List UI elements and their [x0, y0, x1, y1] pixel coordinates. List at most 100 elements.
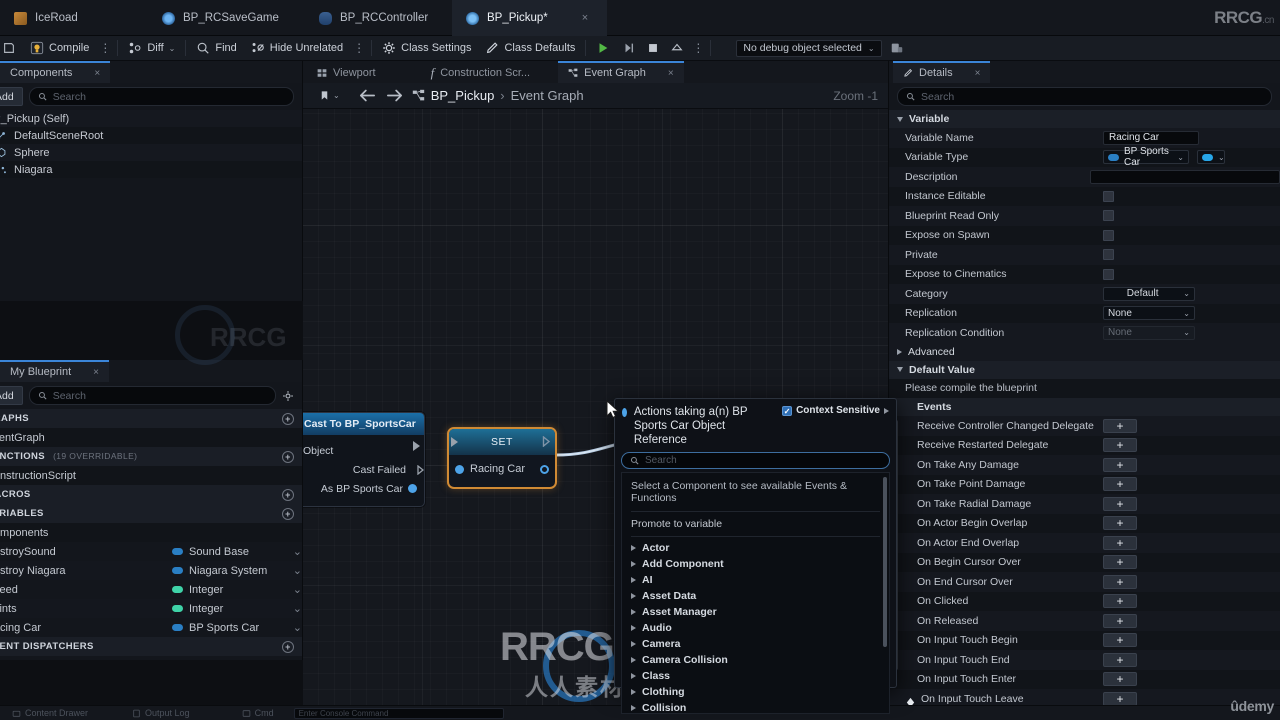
component-row-niagara[interactable]: Niagara	[0, 161, 302, 178]
add-event-button[interactable]: +	[1103, 613, 1137, 628]
variable-row-destroy-niagara[interactable]: Destroy Niagara Niagara System ⌄	[0, 561, 302, 580]
object-pin-icon[interactable]	[455, 464, 464, 474]
step-button[interactable]	[617, 36, 641, 61]
variable-name-field[interactable]: Racing Car	[1103, 130, 1199, 145]
section-header-default-value[interactable]: Default Value	[889, 360, 1280, 379]
console-command-input[interactable]: Enter Console Command	[293, 707, 504, 719]
category-dropdown[interactable]: Default ⌄	[1103, 286, 1195, 301]
bookmark-dropdown[interactable]: ⌄	[313, 86, 346, 106]
add-event-button[interactable]: +	[1103, 496, 1137, 511]
node-pin-object[interactable]: Object	[303, 445, 333, 457]
context-menu-category-class[interactable]: Class	[622, 668, 889, 684]
close-icon[interactable]: ×	[975, 68, 981, 79]
myblueprint-item-constructionscript[interactable]: ConstructionScript	[0, 466, 302, 485]
variable-type-dropdown[interactable]: BP Sports Car ⌄	[1103, 146, 1189, 168]
app-tab-iceroad[interactable]: IceRoad	[0, 0, 148, 36]
add-macro-button[interactable]: +	[282, 488, 294, 501]
myblueprint-item-eventgraph[interactable]: EventGraph	[0, 428, 302, 447]
breadcrumb-root[interactable]: BP_Pickup	[431, 88, 495, 103]
tab-components[interactable]: Components ×	[0, 61, 111, 83]
add-event-button[interactable]: +	[1103, 691, 1137, 706]
context-menu-category-actor[interactable]: Actor	[622, 540, 889, 556]
chevron-down-icon[interactable]: ⌄	[293, 564, 302, 577]
context-menu-category-camera[interactable]: Camera	[622, 636, 889, 652]
context-menu-list[interactable]: Select a Component to see available Even…	[621, 472, 890, 714]
play-options-button[interactable]: ⋮	[689, 41, 707, 55]
component-row-defaultsceneroot[interactable]: DefaultSceneRoot	[0, 127, 302, 144]
section-header-events[interactable]: Events	[889, 398, 1280, 416]
private-checkbox[interactable]	[1103, 249, 1114, 261]
context-sensitive-toggle[interactable]: ✓ Context Sensitive	[782, 405, 889, 416]
add-function-button[interactable]: +	[282, 450, 294, 463]
section-header-variable[interactable]: Variable	[889, 110, 1280, 128]
close-icon[interactable]: ×	[93, 367, 99, 378]
add-event-button[interactable]: +	[1103, 418, 1137, 433]
chevron-down-icon[interactable]: ⌄	[293, 621, 302, 634]
variable-row-destroysound[interactable]: DestroySound Sound Base ⌄	[0, 542, 302, 561]
details-search-input[interactable]: Search	[897, 87, 1272, 106]
close-icon[interactable]: ×	[668, 68, 674, 79]
blueprint-read-only-checkbox[interactable]	[1103, 210, 1114, 222]
section-header-graphs[interactable]: GRAPHS +	[0, 409, 302, 428]
context-menu-category-clothing[interactable]: Clothing	[622, 684, 889, 700]
component-row-sphere[interactable]: Sphere	[0, 144, 302, 161]
myblueprint-search-input[interactable]: Search	[28, 386, 276, 405]
app-tab-bp-pickup[interactable]: BP_Pickup* ×	[452, 0, 607, 36]
object-output-pin-icon[interactable]	[540, 464, 549, 474]
add-event-button[interactable]: +	[1103, 457, 1137, 472]
expose-to-cinematics-checkbox[interactable]	[1103, 268, 1114, 280]
context-menu-category-ai[interactable]: AI	[622, 572, 889, 588]
debug-object-dropdown[interactable]: No debug object selected ⌄	[736, 39, 882, 57]
component-row-self[interactable]: BP_Pickup (Self)	[0, 110, 302, 127]
class-defaults-button[interactable]: Class Defaults	[478, 36, 582, 61]
section-header-advanced[interactable]: Advanced	[889, 342, 1280, 361]
add-event-button[interactable]: +	[1103, 535, 1137, 550]
variable-row-racing-car[interactable]: Racing Car BP Sports Car ⌄	[0, 618, 302, 637]
forward-button[interactable]	[381, 86, 408, 106]
add-variable-button[interactable]: +	[282, 507, 294, 520]
context-menu-search-input[interactable]: Search	[621, 452, 890, 469]
tab-viewport[interactable]: Viewport	[303, 61, 386, 83]
add-event-button[interactable]: +	[1103, 477, 1137, 492]
hide-unrelated-button[interactable]: Hide Unrelated	[244, 36, 350, 61]
tab-details[interactable]: Details ×	[893, 61, 991, 83]
chevron-down-icon[interactable]: ⌄	[293, 583, 302, 596]
close-icon[interactable]: ×	[94, 68, 100, 79]
output-log-button[interactable]: Output Log	[124, 708, 198, 718]
hide-unrelated-options-button[interactable]: ⋮	[350, 41, 368, 55]
play-button[interactable]	[589, 36, 617, 61]
context-menu-scrollbar[interactable]	[883, 477, 887, 647]
context-menu-category-add-component[interactable]: Add Component	[622, 556, 889, 572]
components-search-input[interactable]: Search	[28, 87, 294, 106]
variable-container-type-dropdown[interactable]: ⌄	[1197, 150, 1225, 165]
cmd-button[interactable]: Cmd	[234, 708, 282, 718]
exec-in-pin[interactable]	[451, 437, 458, 447]
add-event-button[interactable]: +	[1103, 516, 1137, 531]
section-header-event-dispatchers[interactable]: EVENT DISPATCHERS +	[0, 637, 302, 656]
add-event-button[interactable]: +	[1103, 594, 1137, 609]
instance-editable-checkbox[interactable]	[1103, 190, 1114, 202]
exec-out-pin[interactable]	[542, 435, 551, 450]
chevron-down-icon[interactable]: ⌄	[293, 545, 302, 558]
add-event-button[interactable]: +	[1103, 555, 1137, 570]
gear-icon[interactable]	[282, 390, 294, 402]
add-event-button[interactable]: +	[1103, 438, 1137, 453]
compile-options-button[interactable]: ⋮	[96, 41, 114, 55]
tab-my-blueprint[interactable]: My Blueprint ×	[0, 360, 109, 382]
back-button[interactable]	[354, 86, 381, 106]
add-graph-button[interactable]: +	[282, 412, 294, 425]
variable-row-speed[interactable]: Speed Integer ⌄	[0, 580, 302, 599]
diff-button[interactable]: Diff ⌄	[121, 36, 182, 61]
add-component-button[interactable]: Add	[0, 87, 23, 106]
add-event-button[interactable]: +	[1103, 633, 1137, 648]
expose-on-spawn-checkbox[interactable]	[1103, 229, 1114, 241]
add-event-button[interactable]: +	[1103, 652, 1137, 667]
find-button[interactable]: Find	[189, 36, 243, 61]
context-menu-category-collision[interactable]: Collision	[622, 700, 889, 713]
context-menu-category-asset-manager[interactable]: Asset Manager	[622, 604, 889, 620]
context-menu-category-camera-collision[interactable]: Camera Collision	[622, 652, 889, 668]
context-menu-item-promote-to-variable[interactable]: Promote to variable	[622, 512, 889, 536]
content-drawer-button[interactable]: Content Drawer	[4, 708, 96, 718]
replication-dropdown[interactable]: None ⌄	[1103, 306, 1195, 321]
description-field[interactable]	[1090, 169, 1280, 184]
